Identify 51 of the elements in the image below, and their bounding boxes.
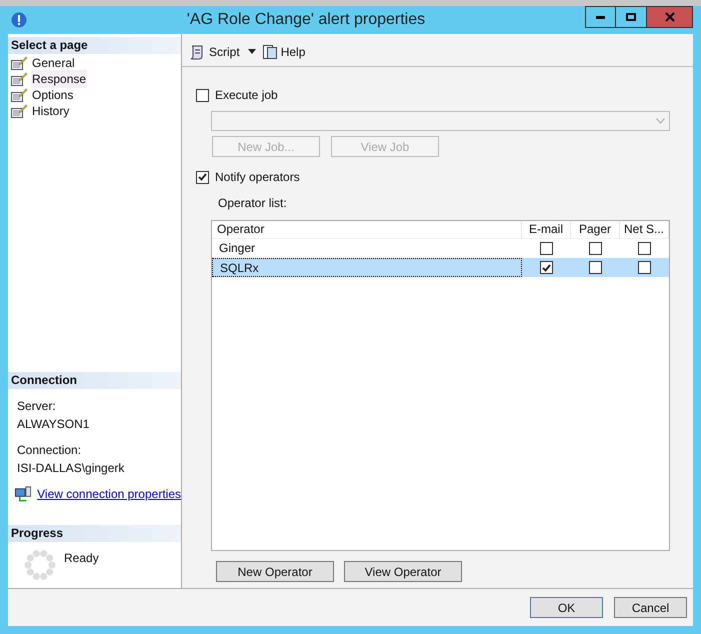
notify-operators-checkbox[interactable] — [196, 170, 209, 184]
chevron-down-icon — [656, 118, 665, 124]
dropdown-arrow-icon[interactable] — [248, 49, 256, 54]
close-icon — [664, 12, 674, 22]
close-button[interactable] — [647, 6, 693, 28]
notify-checkbox[interactable] — [638, 261, 651, 274]
minimize-button[interactable] — [585, 6, 616, 28]
execute-job-checkbox[interactable] — [196, 88, 209, 102]
operator-list-label: Operator list: — [218, 195, 288, 212]
server-label: Server: — [17, 398, 57, 415]
page-item[interactable]: Response — [31, 70, 88, 88]
section-header: Connection — [8, 372, 181, 389]
operator-cell[interactable]: SQLRx — [212, 258, 522, 277]
server-value: ALWAYSON1 — [17, 416, 90, 433]
operator-button[interactable]: New Operator — [216, 561, 334, 582]
operator-cell[interactable]: Ginger — [212, 239, 522, 258]
spinner-icon — [24, 549, 56, 581]
dialog-button[interactable]: OK — [530, 597, 603, 618]
page-item[interactable]: Options — [31, 86, 74, 104]
alert-icon — [11, 12, 27, 28]
operator-button[interactable]: View Operator — [344, 561, 462, 582]
section-header: Progress — [8, 525, 181, 542]
computer-icon — [15, 486, 32, 502]
help-button[interactable]: Help — [262, 42, 306, 60]
notify-checkbox[interactable] — [589, 242, 602, 255]
execute-job-label: Execute job — [215, 87, 278, 104]
notify-checkbox[interactable] — [540, 242, 553, 255]
page-icon — [11, 104, 27, 118]
notify-checkbox[interactable] — [589, 261, 602, 274]
page-item[interactable]: General — [31, 54, 76, 72]
notify-checkbox[interactable] — [540, 261, 553, 274]
page-icon — [11, 88, 27, 102]
column-header[interactable]: E-mail — [522, 221, 571, 238]
connection-value: ISI-DALLAS\gingerk — [17, 460, 126, 477]
notify-checkbox[interactable] — [638, 242, 651, 255]
section-header: Select a page — [8, 37, 181, 54]
progress-status: Ready — [64, 550, 99, 567]
page-icon — [11, 56, 27, 70]
script-button[interactable]: Script — [189, 42, 240, 60]
connection-label: Connection: — [17, 442, 82, 459]
page-icon — [11, 72, 27, 86]
dialog-button[interactable]: Cancel — [614, 597, 687, 618]
column-header[interactable]: Pager — [571, 221, 620, 238]
column-header[interactable]: Net S... — [620, 221, 669, 238]
connection-properties-link[interactable]: View connection properties — [37, 485, 181, 503]
notify-operators-label: Notify operators — [215, 169, 300, 186]
help-icon — [262, 44, 278, 60]
scroll-icon — [189, 44, 205, 60]
window-title: 'AG Role Change' alert properties — [186, 10, 426, 30]
column-header[interactable]: Operator — [212, 221, 522, 238]
page-item[interactable]: History — [31, 102, 70, 120]
